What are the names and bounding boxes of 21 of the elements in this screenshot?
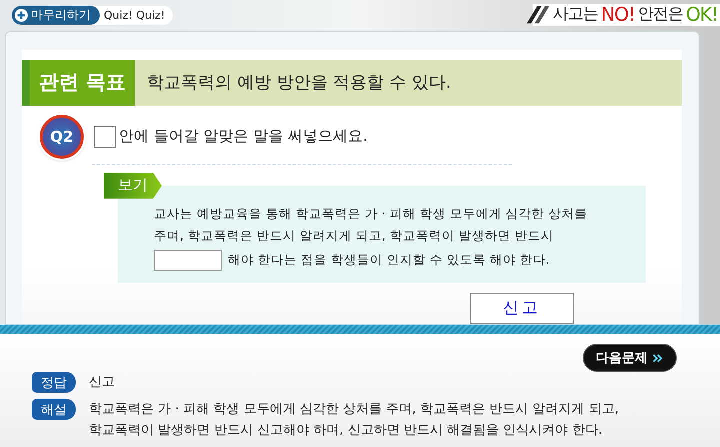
answer-field[interactable]: 신고 [470,292,574,324]
slogan-text: 사고는 NO!안전은 OK! [553,4,719,26]
question-number-badge: Q2 [40,114,84,159]
explanation-label: 해설 [32,399,76,420]
question-text: 안에 들어갈 알맞은 말을 써넣으세요. [119,127,368,146]
example-text: 해야 한다는 점을 학생들이 인지할 수 있도록 해야 한다. [228,252,550,269]
next-question-button[interactable]: 다음문제 [583,344,677,372]
objective-label: 관련 목표 [22,60,135,106]
example-text: 교사는 예방교육을 통해 학교폭력은 가 · 피해 학생 모두에게 심각한 상처를 [154,206,589,223]
blank-box-icon [94,126,116,148]
explanation-text: 학교폭력은 가 · 피해 학생 모두에게 심각한 상처를 주며, 학교폭력은 반드시 알려지게 되고, 학교폭력이 발생하면 반드시 신고해야 하며, 신고하면 반드시 해결됨을 인식시켜야 한다. [89,401,619,440]
answer-text: 신고 [89,374,115,392]
finish-button[interactable]: 마무리하기 [12,6,100,25]
objective-text: 학교폭력의 예방 방안을 적용할 수 있다. [146,72,452,96]
answer-label: 정답 [32,372,76,393]
double-chevron-icon [652,352,664,364]
example-text: 주며, 학교폭력은 반드시 알려지게 되고, 학교폭력이 발생하면 반드시 [154,228,555,245]
blank-field[interactable] [154,250,222,271]
quiz-label: Quiz! Quiz! [103,9,166,22]
example-tag: 보기 [104,172,162,199]
plus-icon [15,9,28,22]
